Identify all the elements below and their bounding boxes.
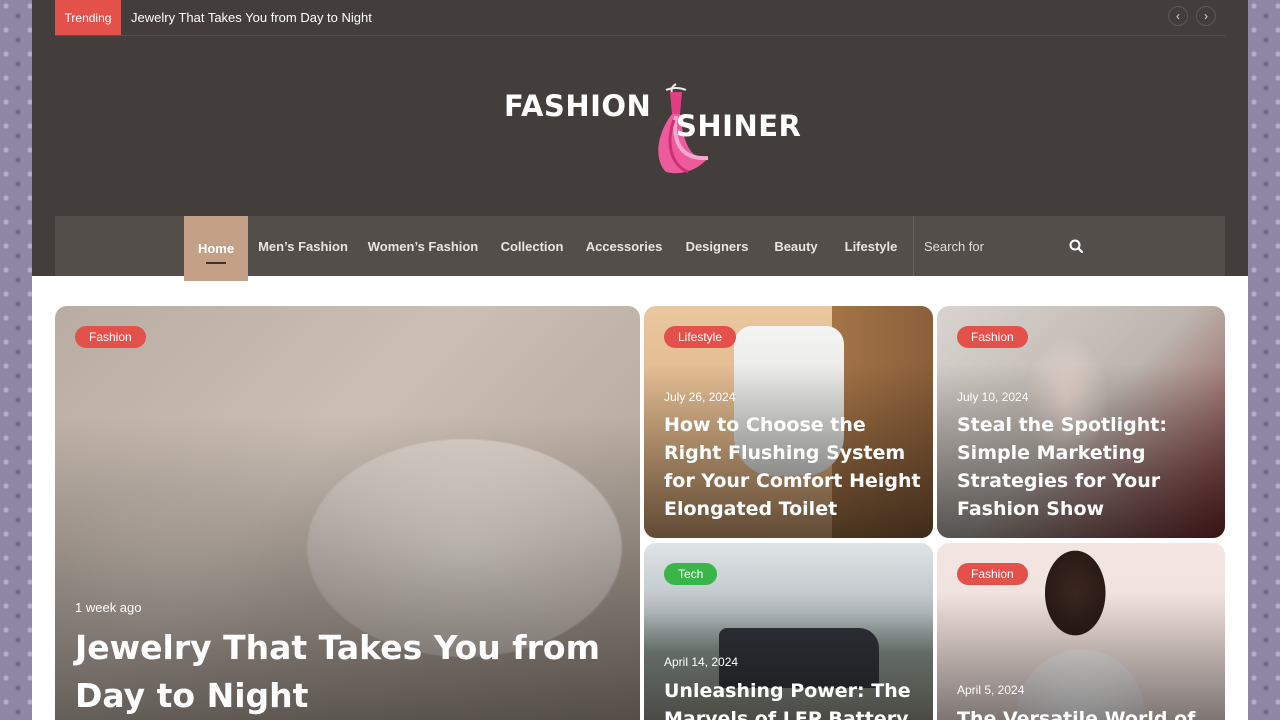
post-title[interactable]: The Versatile World of [957,705,1217,720]
category-badge[interactable]: Fashion [957,563,1028,585]
post-title[interactable]: How to Choose the Right Flushing System … [664,411,924,523]
nav-item-designers[interactable]: Designers [672,216,762,276]
category-badge[interactable]: Tech [664,563,718,585]
trending-next-button[interactable]: › [1196,6,1216,26]
trending-bar: Trending Jewelry That Takes You from Day… [55,0,1225,36]
chevron-left-icon: ‹ [1176,9,1180,23]
category-badge[interactable]: Fashion [957,326,1028,348]
trending-headline-link[interactable]: Jewelry That Takes You from Day to Night [131,10,372,25]
site-logo[interactable]: FASHION SHINER [502,78,801,178]
search-input[interactable] [914,216,1094,276]
post-card[interactable]: Fashion July 10, 2024 Steal the Spotligh… [937,306,1225,538]
nav-item-accessories[interactable]: Accessories [576,216,672,276]
nav-item-lifestyle[interactable]: Lifestyle [830,216,912,276]
site-header: Trending Jewelry That Takes You from Day… [32,0,1248,281]
post-date: April 5, 2024 [957,683,1025,697]
category-badge[interactable]: Lifestyle [664,326,737,348]
trending-prev-button[interactable]: ‹ [1168,6,1188,26]
post-title[interactable]: Jewelry That Takes You from Day to Night [75,624,615,720]
nav-item-home[interactable]: Home [184,216,248,281]
logo-word-fashion: FASHION [504,89,652,123]
nav-item-mens-fashion[interactable]: Men’s Fashion [248,216,358,276]
search-box [913,216,1094,276]
post-card[interactable]: Fashion April 5, 2024 The Versatile Worl… [937,543,1225,720]
trending-label: Trending [55,0,121,35]
post-date: July 26, 2024 [664,390,736,404]
post-date: 1 week ago [75,600,142,615]
site-container: Trending Jewelry That Takes You from Day… [32,0,1248,720]
post-title[interactable]: Unleashing Power: The Marvels of LFP Bat… [664,677,924,720]
featured-post-card[interactable]: Fashion 1 week ago Jewelry That Takes Yo… [55,306,640,720]
main-navigation: Home Men’s Fashion Women’s Fashion Colle… [55,216,1225,281]
chevron-right-icon: › [1204,9,1208,23]
logo-word-shiner: SHINER [676,109,802,143]
nav-item-collection[interactable]: Collection [488,216,576,276]
post-title[interactable]: Steal the Spotlight: Simple Marketing St… [957,411,1217,523]
category-badge[interactable]: Fashion [75,326,146,348]
nav-item-beauty[interactable]: Beauty [762,216,830,276]
post-card[interactable]: Lifestyle July 26, 2024 How to Choose th… [644,306,933,538]
post-date: July 10, 2024 [957,390,1029,404]
search-icon[interactable] [1069,239,1083,253]
nav-item-womens-fashion[interactable]: Women’s Fashion [358,216,488,276]
post-card[interactable]: Tech April 14, 2024 Unleashing Power: Th… [644,543,933,720]
post-date: April 14, 2024 [664,655,739,669]
